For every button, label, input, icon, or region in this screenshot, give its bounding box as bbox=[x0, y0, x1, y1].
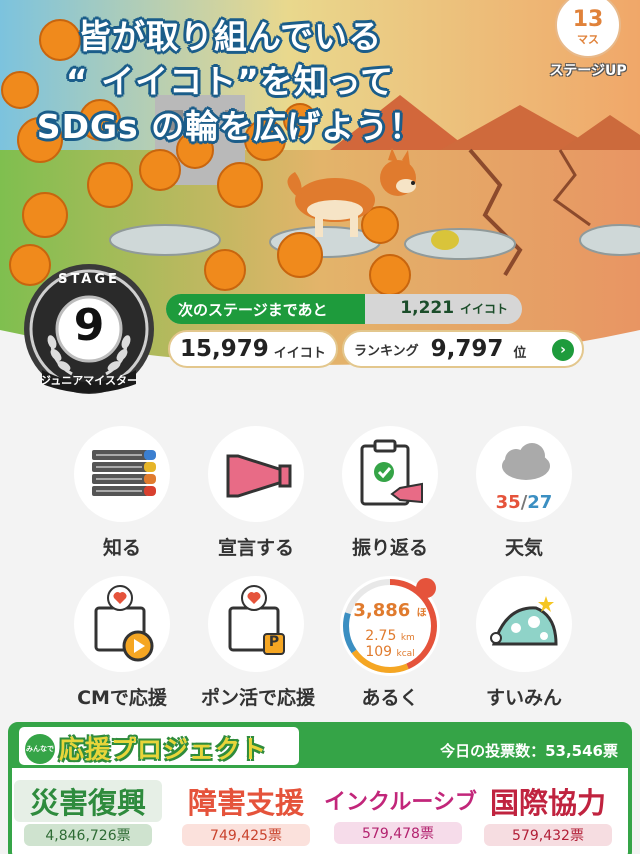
cause-name: 国際協力 bbox=[489, 786, 606, 820]
cause-disability-support[interactable]: 障害支援 749,425票 bbox=[172, 780, 320, 846]
support-project-panel: みんなで 応援プロジェクト 今日の投票数：53,546票 災害復興 4,846,… bbox=[8, 722, 632, 854]
menu-walk[interactable]: 3,886 ほ 2.75 km 109 kcal あるく bbox=[335, 576, 445, 710]
menu-declare[interactable]: 宣言する bbox=[201, 426, 311, 560]
today-votes: 今日の投票数：53,546票 bbox=[440, 742, 618, 760]
cause-name: 障害支援 bbox=[187, 786, 304, 820]
menu-review-label: 振り返る bbox=[351, 537, 428, 559]
cause-inclusive[interactable]: インクルーシブ 579,478票 bbox=[324, 780, 477, 844]
checklist-icon bbox=[342, 426, 438, 522]
megaphone-icon bbox=[208, 426, 304, 522]
rank-title: ジュニアマイスター bbox=[40, 374, 138, 387]
p-badge: P bbox=[268, 634, 280, 650]
stage-up-indicator[interactable]: 13 マス ステージUP bbox=[548, 0, 628, 80]
books-icon bbox=[74, 426, 170, 522]
menu-learn[interactable]: 知る bbox=[67, 426, 177, 560]
cm-heart-box-icon bbox=[74, 576, 170, 672]
walk-kcal-value: 109 bbox=[365, 644, 393, 660]
cause-count: 4,846,726票 bbox=[24, 824, 152, 846]
headline-line-3: SDGs の輪を広げよう！ bbox=[36, 107, 424, 146]
pon-heart-box-icon: P bbox=[208, 576, 304, 672]
stage-word: STAGE bbox=[58, 272, 120, 287]
menu-weather[interactable]: 35/27 天気 bbox=[469, 426, 579, 560]
stage-up-count: 13 bbox=[572, 7, 604, 32]
menu-pon-support-label: ポン活で応援 bbox=[201, 687, 316, 709]
points-value: 15,979 bbox=[180, 336, 269, 362]
next-stage-unit: イイコト bbox=[459, 302, 508, 316]
walk-steps-unit: ほ bbox=[416, 608, 427, 619]
cause-disaster-recovery[interactable]: 災害復興 4,846,726票 bbox=[14, 780, 162, 846]
next-stage-progress: 次のステージまであと 1,221 イイコト bbox=[166, 294, 522, 324]
menu-cm-support[interactable]: CMで応援 bbox=[67, 576, 177, 710]
stage-badge[interactable]: STAGE 9 ジュニアマイスター bbox=[22, 262, 156, 396]
walk-steps: 3,886 ほ bbox=[340, 600, 440, 621]
menu-learn-label: 知る bbox=[102, 537, 141, 559]
walk-kcal-unit: kcal bbox=[396, 649, 415, 659]
ranking-unit: 位 bbox=[513, 345, 527, 361]
menu-pon-support[interactable]: P ポン活で応援 bbox=[201, 576, 316, 710]
project-title-box: みんなで 応援プロジェクト bbox=[16, 724, 302, 768]
points-unit: イイコト bbox=[273, 345, 326, 361]
cause-name: 災害復興 bbox=[14, 780, 162, 822]
cause-count: 749,425票 bbox=[182, 824, 310, 846]
next-stage-number: 1,221 bbox=[400, 298, 455, 318]
project-mini-logo: みんなで bbox=[25, 734, 55, 764]
menu-sleep[interactable]: すいみん bbox=[469, 576, 579, 710]
project-header: みんなで 応援プロジェクト 今日の投票数：53,546票 bbox=[12, 724, 628, 768]
cause-count: 579,432票 bbox=[484, 824, 612, 846]
ranking-value: 9,797 bbox=[430, 336, 504, 362]
cause-name: インクルーシブ bbox=[324, 790, 477, 815]
weather-temps: 35/27 bbox=[476, 492, 572, 513]
walk-km-unit: km bbox=[400, 633, 415, 643]
menu-weather-label: 天気 bbox=[504, 537, 543, 559]
menu-sleep-label: すいみん bbox=[485, 687, 562, 709]
total-points: 15,979 イイコト bbox=[168, 330, 338, 368]
menu-walk-label: あるく bbox=[361, 687, 419, 709]
cloud-icon: 35/27 bbox=[476, 426, 572, 522]
walk-calories: 109 kcal bbox=[340, 644, 440, 660]
stage-up-circle: 13 マス bbox=[555, 0, 621, 58]
stage-number: 9 bbox=[73, 300, 105, 351]
ranking-label: ランキング bbox=[354, 343, 419, 359]
weather-low: 27 bbox=[527, 492, 553, 513]
next-stage-label: 次のステージまであと bbox=[178, 301, 328, 319]
sleep-dome-icon bbox=[476, 576, 572, 672]
headline-line-1: 皆が取り組んでいる bbox=[77, 17, 383, 56]
menu-review[interactable]: 振り返る bbox=[335, 426, 445, 560]
walk-steps-value: 3,886 bbox=[353, 600, 411, 621]
menu-declare-label: 宣言する bbox=[217, 537, 294, 559]
cause-count: 579,478票 bbox=[334, 822, 462, 844]
cause-international-cooperation[interactable]: 国際協力 579,432票 bbox=[474, 780, 622, 846]
weather-high: 35 bbox=[495, 492, 521, 513]
step-ring-icon: 3,886 ほ 2.75 km 109 kcal bbox=[340, 576, 440, 676]
stage-up-label: ステージUP bbox=[549, 63, 627, 79]
chevron-right-icon: › bbox=[552, 339, 574, 361]
project-title: 応援プロジェクト bbox=[59, 735, 268, 764]
next-stage-value: 1,221 イイコト bbox=[400, 298, 508, 318]
headline-line-2: “ イイコト”を知って bbox=[65, 62, 395, 101]
ranking-button[interactable]: ランキング 9,797 位 › bbox=[342, 330, 584, 368]
walk-distance: 2.75 km bbox=[340, 628, 440, 644]
hero-headline: 皆が取り組んでいる “ イイコト”を知って SDGs の輪を広げよう！ bbox=[0, 14, 460, 149]
stage-up-unit: マス bbox=[577, 33, 599, 46]
walk-km-value: 2.75 bbox=[365, 628, 397, 644]
menu-cm-support-label: CMで応援 bbox=[77, 687, 167, 709]
